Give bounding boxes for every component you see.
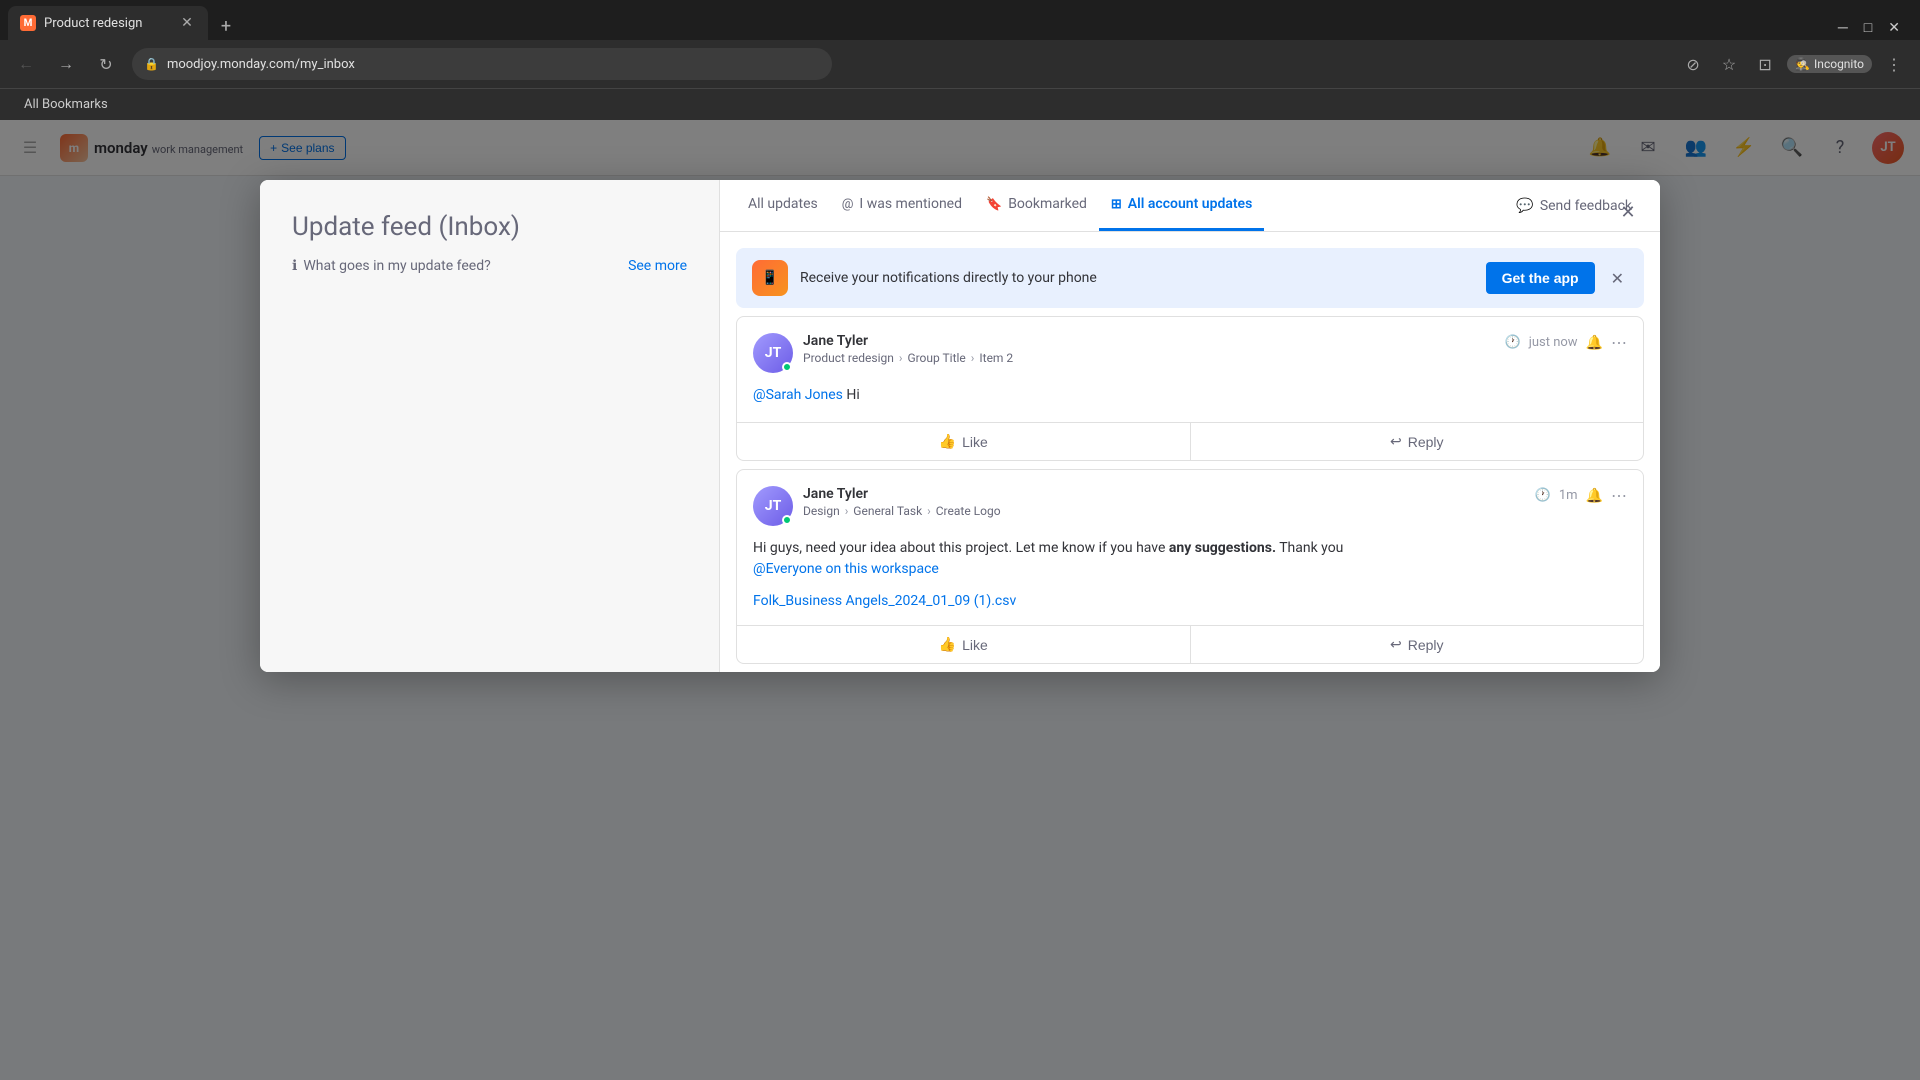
browser-tab[interactable]: M Product redesign ✕: [8, 6, 208, 40]
maximize-button[interactable]: □: [1864, 19, 1872, 36]
incognito-badge: 🕵 Incognito: [1787, 55, 1872, 73]
forward-button[interactable]: →: [52, 50, 80, 78]
minimize-button[interactable]: ─: [1838, 19, 1848, 36]
update-meta-1: Jane Tyler Product redesign › Group Titl…: [803, 333, 1495, 365]
bookmark-star-icon[interactable]: ☆: [1715, 50, 1743, 78]
more-options-icon-2[interactable]: ⋯: [1611, 486, 1627, 505]
like-button-2[interactable]: 👍 Like: [737, 626, 1190, 663]
clock-icon-2: 🕐: [1535, 488, 1551, 503]
more-options-icon-1[interactable]: ⋯: [1611, 333, 1627, 352]
feedback-icon: 💬: [1516, 198, 1533, 214]
account-icon: ⊞: [1111, 197, 1122, 212]
reply-icon-2: ↩: [1390, 636, 1402, 653]
close-window-button[interactable]: ✕: [1888, 20, 1900, 36]
banner-text: Receive your notifications directly to y…: [800, 270, 1474, 286]
update-meta-2: Jane Tyler Design › General Task › Creat…: [803, 486, 1525, 518]
reply-button-1[interactable]: ↩ Reply: [1191, 423, 1644, 460]
browser-menu-button[interactable]: ⋮: [1880, 50, 1908, 78]
online-indicator-2: [782, 515, 792, 525]
tab-mentioned[interactable]: @ I was mentioned: [830, 180, 974, 231]
thumbs-up-icon-1: 👍: [939, 433, 956, 450]
breadcrumb-1: Product redesign › Group Title › Item 2: [803, 351, 1495, 365]
update-card-1: JT Jane Tyler Product redesign › Group T…: [736, 316, 1644, 461]
tabs-bar: All updates @ I was mentioned 🔖 Bookmark…: [720, 180, 1660, 232]
info-circle-icon: ℹ: [292, 258, 297, 274]
reply-icon-1: ↩: [1390, 433, 1402, 450]
tab-bookmarked[interactable]: 🔖 Bookmarked: [974, 180, 1099, 231]
update-card-1-body: JT Jane Tyler Product redesign › Group T…: [737, 317, 1643, 422]
online-indicator: [782, 362, 792, 372]
modal-title: Update feed (Inbox): [292, 212, 687, 242]
tab-all-account[interactable]: ⊞ All account updates: [1099, 180, 1264, 231]
breadcrumb-arrow: ›: [899, 351, 906, 365]
update-header-2: JT Jane Tyler Design › General Task › Cr…: [753, 486, 1627, 526]
breadcrumb-arrow-4: ›: [927, 504, 934, 518]
user-avatar-card-1: JT: [753, 333, 793, 373]
bookmarks-bar-item[interactable]: All Bookmarks: [16, 95, 116, 114]
tab-title: Product redesign: [44, 16, 170, 31]
modal-content: All updates @ I was mentioned 🔖 Bookmark…: [720, 180, 1660, 672]
thumbs-up-icon-2: 👍: [939, 636, 956, 653]
breadcrumb-arrow-3: ›: [845, 504, 852, 518]
like-button-1[interactable]: 👍 Like: [737, 423, 1190, 460]
lock-icon: 🔒: [144, 57, 159, 71]
user-avatar-card-2: JT: [753, 486, 793, 526]
modal-sidebar: Update feed (Inbox) ℹ What goes in my up…: [260, 180, 720, 672]
bookmark-tab-icon: 🔖: [986, 197, 1002, 212]
time-area-1: 🕐 just now 🔔 ⋯: [1505, 333, 1627, 352]
side-panel-icon[interactable]: ⊡: [1751, 50, 1779, 78]
clock-icon-1: 🕐: [1505, 335, 1521, 350]
update-card-2-body: JT Jane Tyler Design › General Task › Cr…: [737, 470, 1643, 625]
tab-close-button[interactable]: ✕: [178, 14, 196, 32]
update-header-1: JT Jane Tyler Product redesign › Group T…: [753, 333, 1627, 373]
notify-bell-icon-1[interactable]: 🔔: [1586, 335, 1603, 351]
info-row: ℹ What goes in my update feed? See more: [292, 258, 687, 274]
url-text: moodjoy.monday.com/my_inbox: [167, 57, 355, 72]
get-app-button[interactable]: Get the app: [1486, 262, 1595, 294]
username-2: Jane Tyler: [803, 486, 1525, 502]
time-area-2: 🕐 1m 🔔 ⋯: [1535, 486, 1627, 505]
see-more-link[interactable]: See more: [628, 258, 687, 274]
refresh-button[interactable]: ↻: [92, 50, 120, 78]
tab-favicon: M: [20, 15, 36, 31]
breadcrumb-arrow-2: ›: [971, 351, 978, 365]
address-bar[interactable]: 🔒 moodjoy.monday.com/my_inbox: [132, 48, 832, 80]
mention-everyone[interactable]: @Everyone on this workspace: [753, 561, 939, 577]
file-link[interactable]: Folk_Business Angels_2024_01_09 (1).csv: [753, 593, 1016, 609]
incognito-icon: 🕵: [1795, 57, 1810, 71]
phone-app-icon: 📱: [752, 260, 788, 296]
notify-bell-icon-2[interactable]: 🔔: [1586, 488, 1603, 504]
no-camera-icon: ⊘: [1679, 50, 1707, 78]
notification-banner: 📱 Receive your notifications directly to…: [736, 248, 1644, 308]
modal-overlay: Update feed (Inbox) ℹ What goes in my up…: [0, 120, 1920, 1080]
update-message-1: @Sarah Jones Hi: [753, 385, 1627, 406]
tab-all-updates[interactable]: All updates: [736, 180, 830, 231]
at-icon: @: [842, 197, 854, 212]
mention-sarah[interactable]: @Sarah Jones: [753, 387, 843, 403]
back-button[interactable]: ←: [12, 50, 40, 78]
new-tab-button[interactable]: +: [212, 12, 240, 40]
username-1: Jane Tyler: [803, 333, 1495, 349]
modal-close-button[interactable]: ✕: [1612, 196, 1644, 228]
time-label-2: 1m: [1559, 488, 1578, 503]
update-feed-modal: Update feed (Inbox) ℹ What goes in my up…: [260, 180, 1660, 672]
update-message-2: Hi guys, need your idea about this proje…: [753, 538, 1627, 580]
time-label-1: just now: [1529, 335, 1578, 350]
reply-button-2[interactable]: ↩ Reply: [1191, 626, 1644, 663]
banner-close-button[interactable]: ✕: [1607, 265, 1628, 292]
update-actions-1: 👍 Like ↩ Reply: [737, 422, 1643, 460]
update-card-2: JT Jane Tyler Design › General Task › Cr…: [736, 469, 1644, 664]
window-controls: ─ □ ✕: [1838, 19, 1912, 40]
file-attachment: Folk_Business Angels_2024_01_09 (1).csv: [753, 590, 1627, 609]
breadcrumb-2: Design › General Task › Create Logo: [803, 504, 1525, 518]
update-actions-2: 👍 Like ↩ Reply: [737, 625, 1643, 663]
